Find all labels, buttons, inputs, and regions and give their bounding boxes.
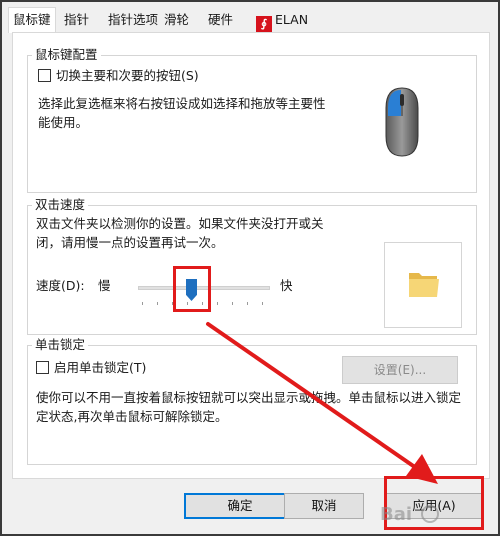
svg-text:Bai: Bai bbox=[380, 504, 412, 525]
watermark-logo: Bai bbox=[380, 504, 439, 525]
mouse-properties-dialog: 鼠标键 指针 指针选项 滑轮 硬件 ∮ ELAN 鼠标键配置 切换主要和次要的按钮… bbox=[0, 0, 500, 536]
annotation-arrow bbox=[206, 322, 438, 484]
